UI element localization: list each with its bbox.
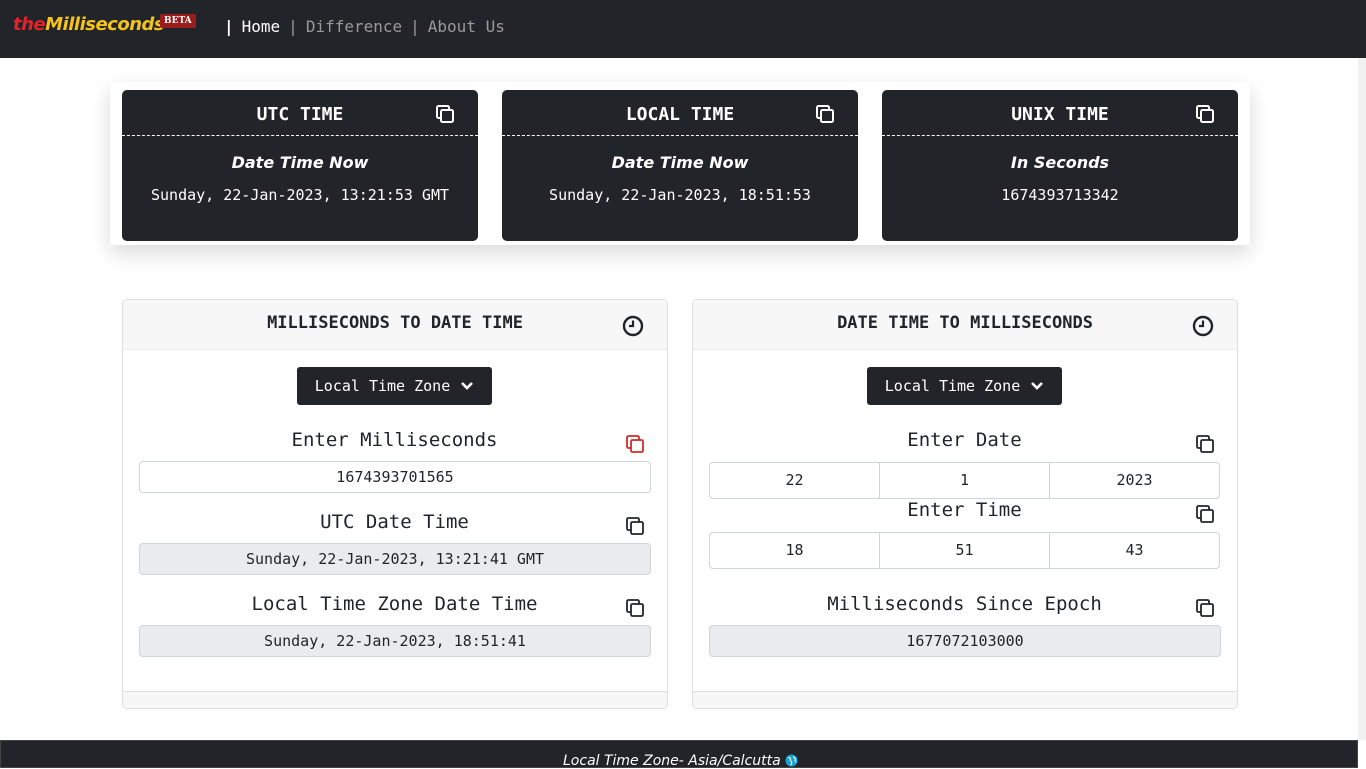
local-time-card: LOCAL TIME Date Time Now Sunday, 22-Jan-… — [502, 90, 858, 241]
time-input-group: 18 51 43 — [709, 532, 1220, 569]
clock-icon[interactable] — [1192, 315, 1214, 337]
brand-logo[interactable]: theMilliseconds — [13, 14, 165, 35]
panel-title: MILLISECONDS TO DATE TIME — [267, 313, 523, 333]
page-scrollbar[interactable] — [1358, 58, 1366, 740]
enter-ms-label: Enter Milliseconds — [291, 429, 498, 451]
date-input-group: 22 1 2023 — [709, 462, 1220, 499]
utc-time-card: UTC TIME Date Time Now Sunday, 22-Jan-20… — [122, 90, 478, 241]
timezone-dropdown[interactable]: Local Time Zone — [867, 367, 1062, 405]
minute-input[interactable]: 51 — [880, 533, 1050, 568]
panel-footer — [693, 691, 1237, 708]
second-input[interactable]: 43 — [1050, 533, 1219, 568]
nav-difference[interactable]: Difference — [306, 17, 402, 36]
enter-date-label: Enter Date — [907, 429, 1022, 451]
timezone-label: Local Time Zone — [314, 377, 451, 395]
panel-header: MILLISECONDS TO DATE TIME — [123, 300, 667, 350]
day-input[interactable]: 22 — [710, 463, 880, 498]
utc-datetime-label: UTC Date Time — [320, 511, 469, 533]
card-title: LOCAL TIME — [625, 104, 735, 125]
card-divider — [502, 135, 858, 136]
year-input[interactable]: 2023 — [1050, 463, 1219, 498]
nav-separator: | — [288, 17, 298, 36]
local-datetime-label: Local Time Zone Date Time — [251, 593, 538, 615]
card-divider — [122, 135, 478, 136]
hour-input[interactable]: 18 — [710, 533, 880, 568]
timezone-label: Local Time Zone — [884, 377, 1021, 395]
epoch-label: Milliseconds Since Epoch — [827, 593, 1102, 615]
clock-icon[interactable] — [622, 315, 644, 337]
nav-about-us[interactable]: About Us — [428, 17, 505, 36]
copy-icon[interactable] — [435, 104, 455, 124]
globe-icon — [785, 754, 798, 767]
card-divider — [882, 135, 1238, 136]
nav-home[interactable]: Home — [242, 17, 281, 36]
copy-icon[interactable] — [625, 434, 645, 454]
copy-icon[interactable] — [1195, 104, 1215, 124]
nav-links: | Home | Difference | About Us — [216, 17, 505, 36]
copy-icon[interactable] — [625, 598, 645, 618]
copy-icon[interactable] — [1195, 434, 1215, 454]
brand-the: the — [13, 14, 46, 35]
copy-icon[interactable] — [625, 516, 645, 536]
local-datetime-output[interactable]: Sunday, 22-Jan-2023, 18:51:41 — [139, 625, 651, 657]
milliseconds-input[interactable] — [139, 461, 651, 493]
ms-to-date-panel: MILLISECONDS TO DATE TIME Local Time Zon… — [122, 299, 668, 709]
beta-badge: BETA — [160, 14, 196, 28]
top-navbar: theMilliseconds BETA | Home | Difference… — [0, 0, 1366, 58]
card-title: UNIX TIME — [1011, 104, 1109, 125]
copy-icon[interactable] — [1195, 598, 1215, 618]
date-to-ms-panel: DATE TIME TO MILLISECONDS Local Time Zon… — [692, 299, 1238, 709]
utc-datetime-output[interactable]: Sunday, 22-Jan-2023, 13:21:41 GMT — [139, 543, 651, 575]
brand-milliseconds: Milliseconds — [45, 14, 165, 35]
card-title: UTC TIME — [256, 104, 344, 125]
month-input[interactable]: 1 — [880, 463, 1050, 498]
card-subtitle: Date Time Now — [231, 153, 369, 172]
unix-time-card: UNIX TIME In Seconds 1674393713342 — [882, 90, 1238, 241]
page-footer: Local Time Zone- Asia/Calcutta — [0, 740, 1358, 769]
card-subtitle: In Seconds — [1010, 153, 1110, 172]
panel-header: DATE TIME TO MILLISECONDS — [693, 300, 1237, 350]
nav-separator: | — [410, 17, 420, 36]
epoch-output[interactable]: 1677072103000 — [709, 625, 1221, 657]
card-value: Sunday, 22-Jan-2023, 13:21:53 GMT — [150, 186, 449, 204]
enter-time-label: Enter Time — [907, 499, 1022, 521]
card-subtitle: Date Time Now — [611, 153, 749, 172]
time-cards-panel: UTC TIME Date Time Now Sunday, 22-Jan-20… — [110, 82, 1250, 245]
footer-timezone-text: Local Time Zone- Asia/Calcutta — [563, 753, 781, 769]
copy-icon[interactable] — [815, 104, 835, 124]
timezone-dropdown[interactable]: Local Time Zone — [297, 367, 492, 405]
chevron-down-icon — [1031, 382, 1044, 390]
panel-title: DATE TIME TO MILLISECONDS — [837, 313, 1093, 333]
chevron-down-icon — [461, 382, 474, 390]
panel-footer — [123, 691, 667, 708]
nav-separator: | — [224, 17, 234, 36]
card-value: Sunday, 22-Jan-2023, 18:51:53 — [549, 186, 811, 204]
card-value: 1674393713342 — [1001, 186, 1119, 204]
copy-icon[interactable] — [1195, 504, 1215, 524]
